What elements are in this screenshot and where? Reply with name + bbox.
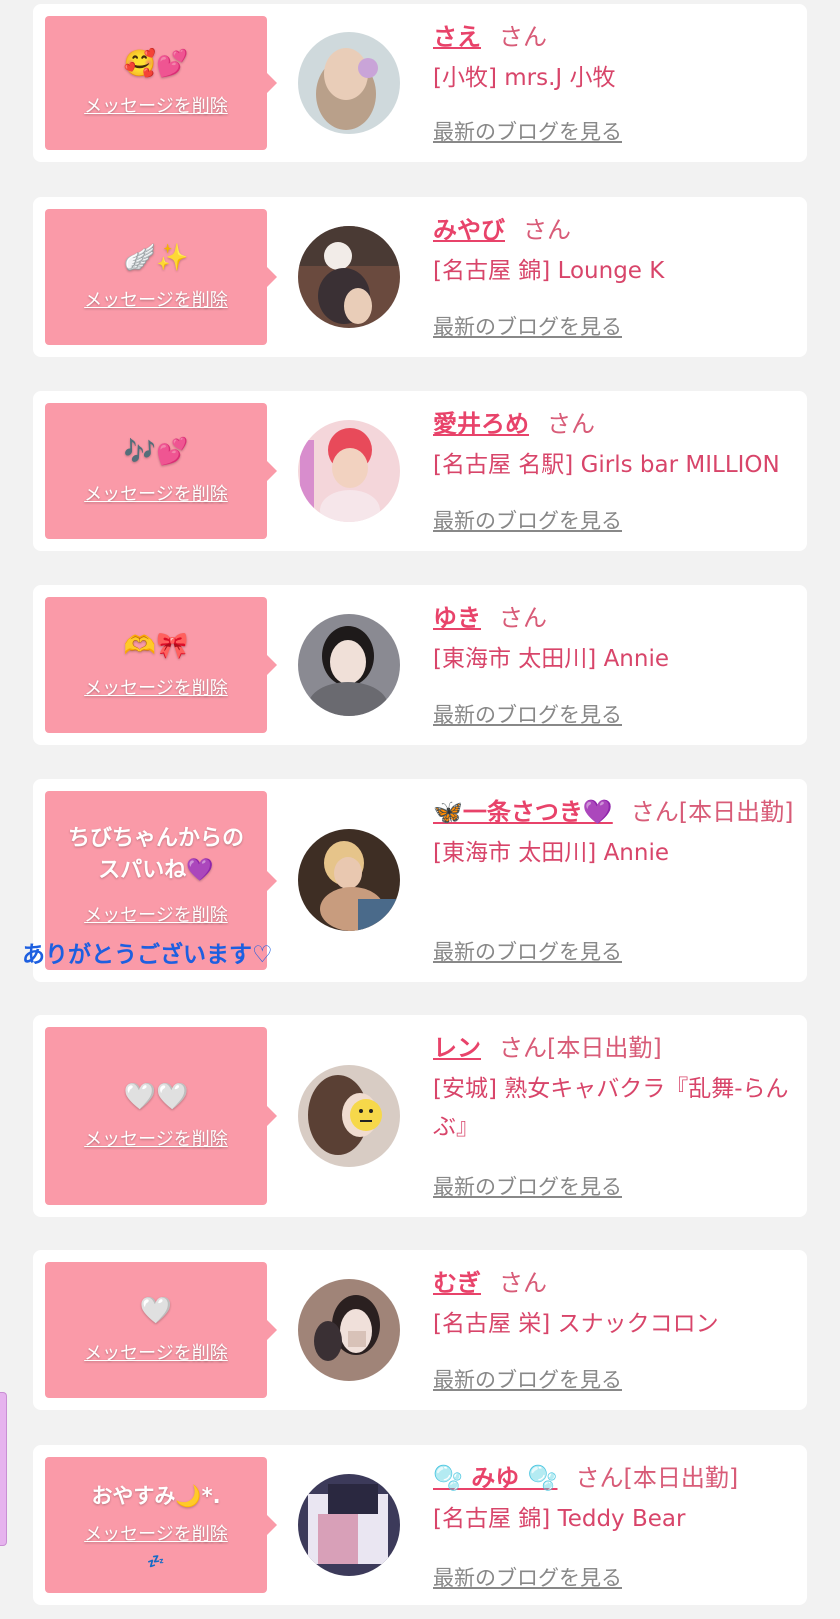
message-bubble: 🎶💕 メッセージを削除 xyxy=(45,403,277,539)
user-suffix: さん xyxy=(547,410,595,438)
latest-blog-link[interactable]: 最新のブログを見る xyxy=(433,116,622,146)
avatar-image xyxy=(298,1474,400,1576)
latest-blog-link[interactable]: 最新のブログを見る xyxy=(433,311,622,341)
message-text: 🎶💕 xyxy=(123,437,189,467)
user-info: みやび さん [名古屋 錦] Lounge K xyxy=(433,211,797,290)
delete-message-link[interactable]: メッセージを削除 xyxy=(84,286,228,312)
avatar-image xyxy=(298,829,400,931)
user-info: レン さん[本日出勤] [安城] 熟女キャバクラ『乱舞-らんぶ』 xyxy=(433,1029,797,1146)
avatar[interactable] xyxy=(298,226,400,328)
message-text: 🤍🤍 xyxy=(123,1082,189,1112)
avatar-image xyxy=(298,1279,400,1381)
message-bubble: 🥰💕 メッセージを削除 xyxy=(45,16,277,150)
list-item: 🤍🤍 メッセージを削除 レン さん[本日出勤] [安城] 熟女キャバクラ『乱舞-ら… xyxy=(33,1015,807,1217)
user-name-link[interactable]: むぎ xyxy=(433,1269,481,1297)
avatar[interactable] xyxy=(298,1065,400,1167)
shop-name: [東海市 太田川] Annie xyxy=(433,646,669,672)
avatar[interactable] xyxy=(298,1474,400,1576)
user-suffix: さん xyxy=(499,23,547,51)
delete-message-link[interactable]: メッセージを削除 xyxy=(84,1125,228,1151)
message-text: 🫶🎀 xyxy=(123,631,189,661)
shop-name: [名古屋 名駅] Girls bar MILLION xyxy=(433,452,780,478)
avatar[interactable] xyxy=(298,614,400,716)
list-item: 🥰💕 メッセージを削除 さえ さん [小牧] mrs.J 小牧 最新のブログを見る xyxy=(33,4,807,162)
sleep-icon: 💤 xyxy=(147,1554,165,1570)
list-item: おやすみ🌙*. メッセージを削除 💤 🫧 みゆ 🫧 さん[本日出勤] [名古屋 錦… xyxy=(33,1445,807,1605)
user-suffix: さん[本日出勤] xyxy=(575,1464,739,1492)
avatar-image xyxy=(298,1065,400,1167)
user-name-link[interactable]: ゆき xyxy=(433,604,481,632)
user-name-link[interactable]: みやび xyxy=(433,216,505,244)
delete-message-link[interactable]: メッセージを削除 xyxy=(84,901,228,927)
latest-blog-link[interactable]: 最新のブログを見る xyxy=(433,1364,622,1394)
user-name-link[interactable]: レン xyxy=(433,1034,481,1062)
user-info: むぎ さん [名古屋 栄] スナックコロン xyxy=(433,1264,797,1343)
overlay-caption: ありがとうございます♡ xyxy=(22,942,273,968)
message-text: おやすみ🌙*. xyxy=(91,1484,221,1508)
avatar-image xyxy=(298,32,400,134)
user-suffix: さん xyxy=(499,604,547,632)
message-bubble: 🫶🎀 メッセージを削除 xyxy=(45,597,277,733)
latest-blog-link[interactable]: 最新のブログを見る xyxy=(433,505,622,535)
message-bubble: おやすみ🌙*. メッセージを削除 💤 xyxy=(45,1457,277,1593)
avatar[interactable] xyxy=(298,32,400,134)
message-text: 🥰💕 xyxy=(123,49,189,79)
message-bubble: 🤍 メッセージを削除 xyxy=(45,1262,277,1398)
user-name-link[interactable]: さえ xyxy=(433,23,481,51)
user-info: さえ さん [小牧] mrs.J 小牧 xyxy=(433,18,797,97)
latest-blog-link[interactable]: 最新のブログを見る xyxy=(433,936,622,966)
latest-blog-link[interactable]: 最新のブログを見る xyxy=(433,1171,622,1201)
avatar-image xyxy=(298,226,400,328)
message-text: 🤍 xyxy=(139,1296,173,1326)
delete-message-link[interactable]: メッセージを削除 xyxy=(84,1339,228,1365)
list-item: 🪽✨ メッセージを削除 みやび さん [名古屋 錦] Lounge K 最新のブロ… xyxy=(33,197,807,357)
message-text: ちびちゃんからの スパいね💜 xyxy=(67,826,244,883)
user-suffix: さん xyxy=(523,216,571,244)
message-bubble: 🤍🤍 メッセージを削除 xyxy=(45,1027,277,1205)
shop-name: [名古屋 錦] Lounge K xyxy=(433,258,665,284)
list-item: 🫶🎀 メッセージを削除 ゆき さん [東海市 太田川] Annie 最新のブログを… xyxy=(33,585,807,745)
list-item: 🤍 メッセージを削除 むぎ さん [名古屋 栄] スナックコロン 最新のブログを見… xyxy=(33,1250,807,1410)
user-suffix: さん[本日出勤] xyxy=(499,1034,662,1062)
avatar[interactable] xyxy=(298,829,400,931)
user-info: 愛井ろめ さん [名古屋 名駅] Girls bar MILLION xyxy=(433,405,797,484)
avatar[interactable] xyxy=(298,1279,400,1381)
message-bubble: 🪽✨ メッセージを削除 xyxy=(45,209,277,345)
list-item: 🎶💕 メッセージを削除 愛井ろめ さん [名古屋 名駅] Girls bar MI… xyxy=(33,391,807,551)
avatar-image xyxy=(298,614,400,716)
side-drawer-handle[interactable] xyxy=(0,1392,7,1546)
user-info: ゆき さん [東海市 太田川] Annie xyxy=(433,599,797,678)
delete-message-link[interactable]: メッセージを削除 xyxy=(84,480,228,506)
message-text: 🪽✨ xyxy=(123,243,189,273)
user-name-link[interactable]: 愛井ろめ xyxy=(433,410,529,438)
user-suffix: さん[本日出勤] xyxy=(630,798,794,826)
user-info: 🦋一条さつき💜 さん[本日出勤] [東海市 太田川] Annie xyxy=(433,793,797,872)
delete-message-link[interactable]: メッセージを削除 xyxy=(84,674,228,700)
shop-name: [名古屋 錦] Teddy Bear xyxy=(433,1506,686,1532)
shop-name: [東海市 太田川] Annie xyxy=(433,840,669,866)
user-info: 🫧 みゆ 🫧 さん[本日出勤] [名古屋 錦] Teddy Bear xyxy=(433,1459,797,1538)
delete-message-link[interactable]: メッセージを削除 xyxy=(84,92,228,118)
user-name-link[interactable]: 🦋一条さつき💜 xyxy=(433,798,613,826)
latest-blog-link[interactable]: 最新のブログを見る xyxy=(433,699,622,729)
latest-blog-link[interactable]: 最新のブログを見る xyxy=(433,1562,622,1592)
shop-name: [小牧] mrs.J 小牧 xyxy=(433,65,616,91)
avatar-image xyxy=(298,420,400,522)
shop-name: [安城] 熟女キャバクラ『乱舞-らんぶ』 xyxy=(433,1076,789,1140)
delete-message-link[interactable]: メッセージを削除 xyxy=(84,1520,228,1546)
user-suffix: さん xyxy=(499,1269,547,1297)
shop-name: [名古屋 栄] スナックコロン xyxy=(433,1311,719,1337)
user-name-link[interactable]: 🫧 みゆ 🫧 xyxy=(433,1464,557,1492)
avatar[interactable] xyxy=(298,420,400,522)
